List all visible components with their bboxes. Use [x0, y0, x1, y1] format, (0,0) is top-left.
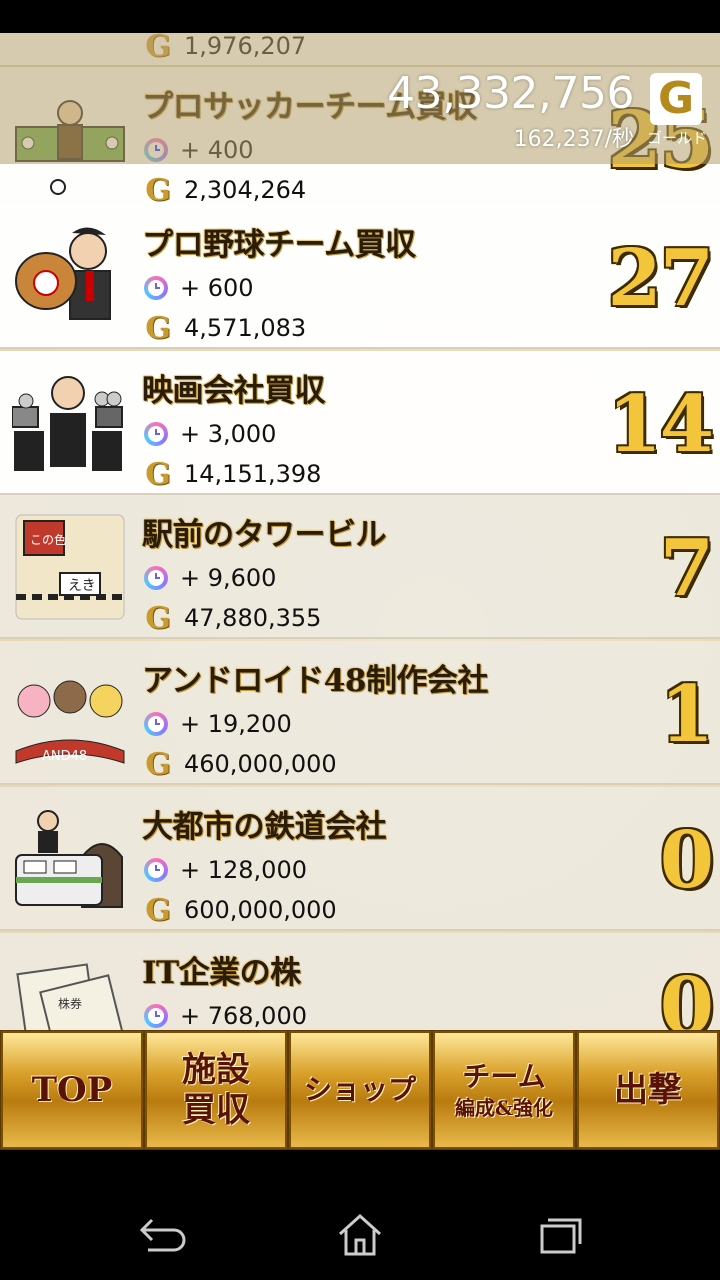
recent-apps-icon[interactable] — [530, 1210, 590, 1260]
rate-value: + 600 — [180, 274, 254, 302]
facility-list[interactable]: G 1,976,207 プロサッカーチーム買収 + 400 G 2,304,26… — [0, 33, 720, 1030]
gold-coin-icon: G — [145, 746, 171, 782]
clock-icon — [144, 1004, 168, 1028]
gold-coin-icon: G — [145, 892, 171, 928]
facility-name: 映画会社買収 — [142, 373, 326, 409]
cost-row: G 2,304,264 — [144, 172, 307, 208]
cost-value: 47,880,355 — [184, 604, 322, 632]
top-button[interactable]: TOP — [1, 1031, 143, 1149]
owned-count: 7 — [659, 523, 714, 614]
team-button[interactable]: チーム 編成&強化 — [433, 1031, 575, 1149]
clock-icon — [144, 138, 168, 162]
facility-name: プロ野球チーム買収 — [142, 227, 416, 263]
cost-value: 2,304,264 — [184, 176, 307, 204]
baseball-team-thumbnail — [12, 221, 128, 333]
rate-row: + 768,000 — [144, 999, 307, 1030]
owned-count: 0 — [659, 815, 714, 906]
sortie-button-label: 出撃 — [614, 1070, 682, 1110]
top-button-label: TOP — [31, 1070, 113, 1110]
rate-row: + 9,600 — [144, 561, 276, 595]
cost-row: G 460,000,000 — [144, 746, 337, 782]
team-label-line1: チーム — [462, 1060, 546, 1093]
list-item[interactable]: プロ野球チーム買収 + 600 G 4,571,083 27 — [0, 205, 720, 349]
back-icon[interactable] — [130, 1210, 190, 1260]
owned-count: 0 — [659, 961, 714, 1030]
owned-count: 25 — [607, 95, 714, 186]
rate-row: + 19,200 — [144, 707, 292, 741]
facility-name: プロサッカーチーム買収 — [142, 89, 477, 125]
rate-value: + 128,000 — [180, 856, 307, 884]
home-icon[interactable] — [330, 1210, 390, 1260]
shop-button-label: ショップ — [303, 1073, 416, 1106]
rate-row: + 400 — [144, 133, 254, 167]
rate-value: + 9,600 — [180, 564, 277, 592]
stock-certificate-thumbnail: 株券 — [12, 949, 128, 1030]
cost-row: G 14,151,398 — [144, 456, 322, 492]
stock-label-text: 株券 — [58, 997, 83, 1011]
gold-coin-icon: G — [145, 600, 171, 636]
rate-row: + 600 — [144, 271, 254, 305]
rate-row: + 128,000 — [144, 853, 307, 887]
cost-value: 1,976,207 — [184, 33, 307, 60]
system-navigation-bar — [0, 1150, 720, 1280]
cost-row: G 47,880,355 — [144, 600, 322, 636]
list-item[interactable]: 大都市の鉄道会社 + 128,000 G 600,000,000 0 — [0, 787, 720, 931]
gold-coin-icon: G — [145, 310, 171, 346]
facility-name: 大都市の鉄道会社 — [142, 809, 387, 845]
station-tower-thumbnail: この色 えき — [12, 511, 128, 623]
rate-value: + 768,000 — [180, 1002, 307, 1030]
status-bar — [0, 0, 720, 33]
bottom-navigation: TOP 施設 買収 ショップ チーム 編成&強化 出撃 — [0, 1030, 720, 1150]
station-sign-text: この色 — [30, 533, 67, 547]
clock-icon — [144, 858, 168, 882]
rate-row: + 3,000 — [144, 417, 276, 451]
facility-purchase-button[interactable]: 施設 買収 — [145, 1031, 287, 1149]
cost-value: 600,000,000 — [184, 896, 337, 924]
cost-value: 4,571,083 — [184, 314, 307, 342]
list-item[interactable]: プロサッカーチーム買収 + 400 G 2,304,264 25 — [0, 67, 720, 211]
team-label-line2: 編成&強化 — [454, 1096, 554, 1120]
rate-value: + 3,000 — [180, 420, 277, 448]
cost-value: 460,000,000 — [184, 750, 337, 778]
list-item[interactable]: 映画会社買収 + 3,000 G 14,151,398 14 — [0, 351, 720, 495]
clock-icon — [144, 712, 168, 736]
clock-icon — [144, 422, 168, 446]
gold-coin-icon: G — [145, 33, 171, 64]
idol-group-thumbnail: AND48 — [12, 657, 128, 769]
owned-count: 1 — [659, 669, 714, 760]
cost-row: G 1,976,207 — [144, 33, 307, 64]
sortie-button[interactable]: 出撃 — [577, 1031, 719, 1149]
owned-count: 14 — [607, 379, 714, 470]
cost-value: 14,151,398 — [184, 460, 322, 488]
shop-button[interactable]: ショップ — [289, 1031, 431, 1149]
station-label-text: えき — [68, 578, 96, 594]
clock-icon — [144, 566, 168, 590]
facility-label-line2: 買収 — [182, 1090, 250, 1130]
facility-name: アンドロイド48制作会社 — [142, 663, 488, 699]
facility-name: 駅前のタワービル — [142, 517, 387, 553]
list-item[interactable]: G 1,976,207 — [0, 33, 720, 67]
owned-count: 27 — [607, 233, 714, 324]
facility-name: IT企業の株 — [142, 955, 301, 991]
rate-value: + 19,200 — [180, 710, 292, 738]
facility-label-line1: 施設 — [182, 1050, 250, 1090]
cost-row: G 600,000,000 — [144, 892, 337, 928]
cost-row: G 4,571,083 — [144, 310, 307, 346]
movie-company-thumbnail — [11, 367, 128, 479]
gold-coin-icon: G — [145, 456, 171, 492]
railway-company-thumbnail — [12, 803, 128, 915]
gold-coin-icon: G — [145, 172, 171, 208]
list-item[interactable]: この色 えき 駅前のタワービル + 9,600 G 47,880,355 7 — [0, 495, 720, 639]
list-item[interactable]: AND48 アンドロイド48制作会社 + 19,200 G 460,000,00… — [0, 641, 720, 785]
clock-icon — [144, 276, 168, 300]
soccer-team-thumbnail — [12, 83, 128, 195]
rate-value: + 400 — [180, 136, 254, 164]
idol-banner-text: AND48 — [42, 749, 88, 764]
list-item[interactable]: 株券 IT企業の株 + 768,000 0 — [0, 933, 720, 1030]
